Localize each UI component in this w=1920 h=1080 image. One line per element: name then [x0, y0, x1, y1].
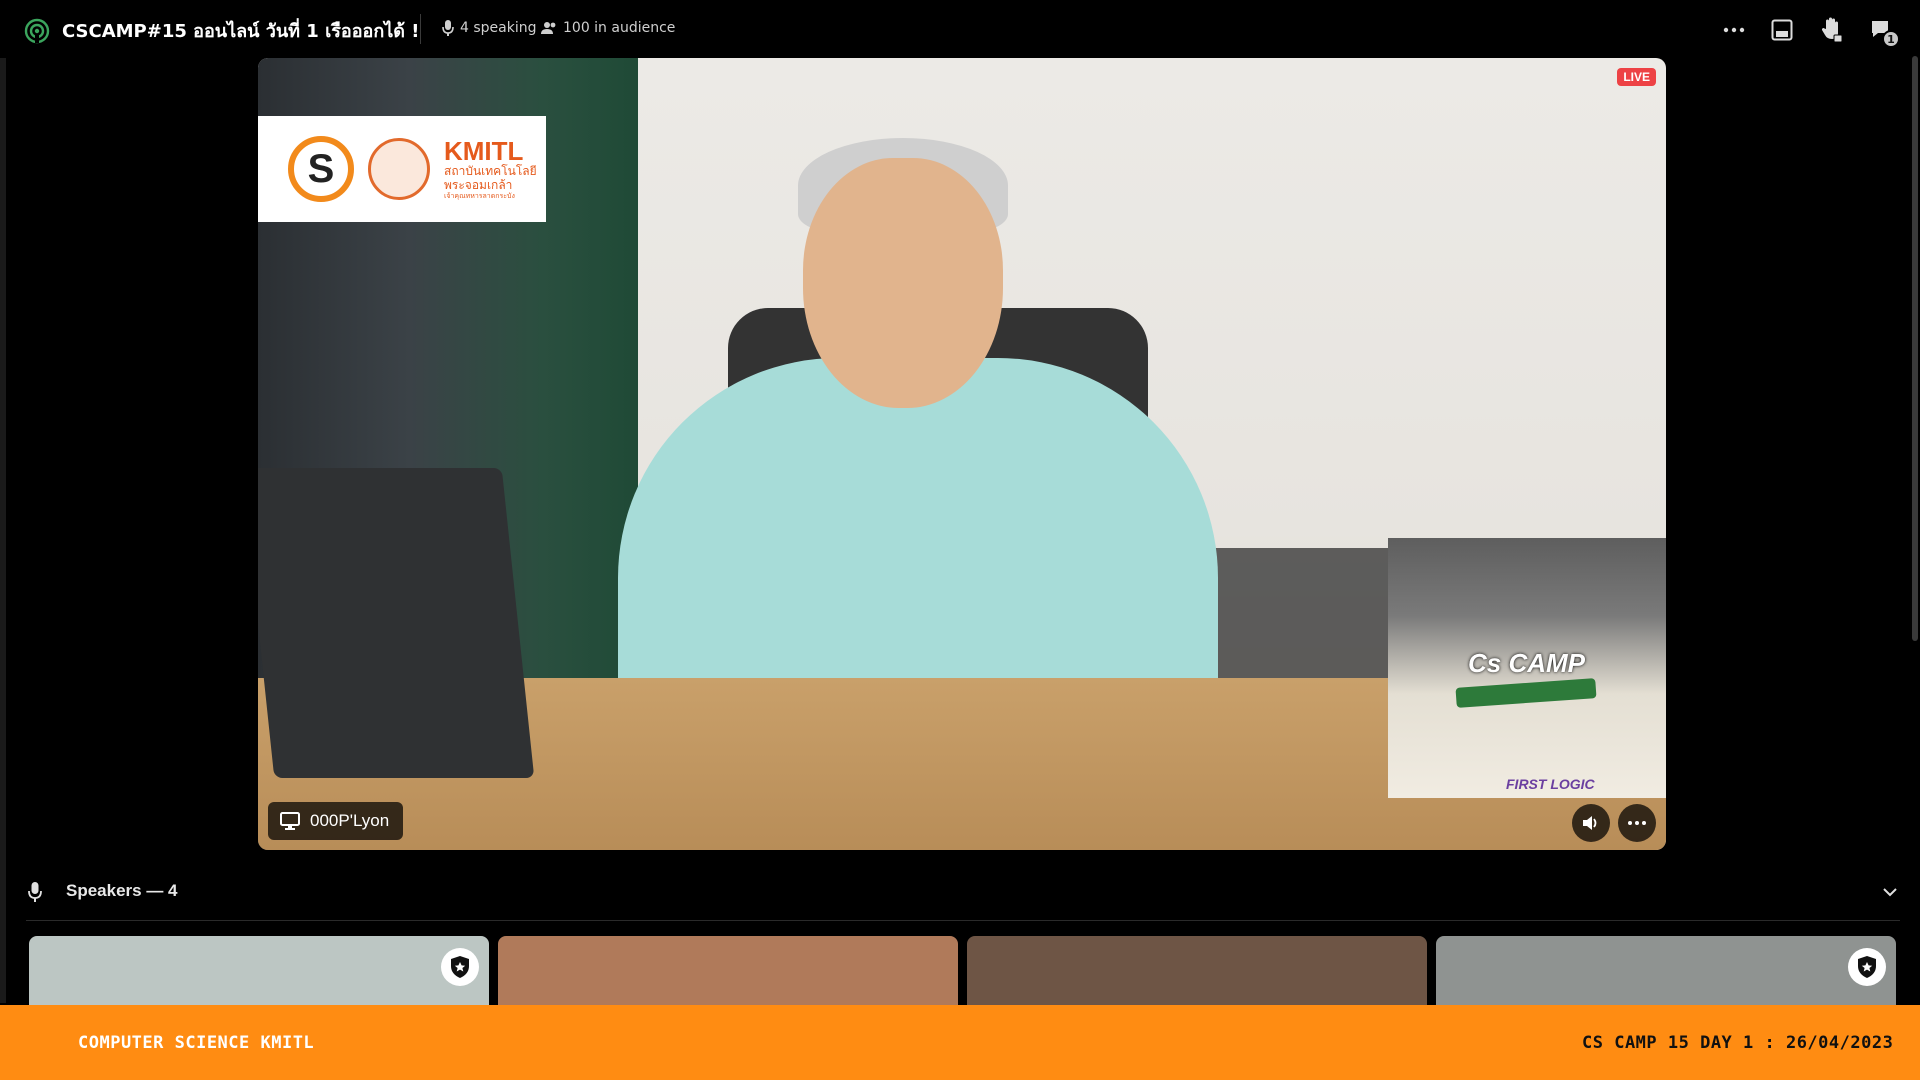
footer-ticker: COMPUTER SCIENCE KMITL CS CAMP 15 DAY 1 … — [0, 1005, 1920, 1080]
sponsor-logo-overlay: S KMITL สถาบันเทคโนโลยี พระจอมเกล้า เจ้า… — [258, 116, 546, 222]
kmitl-line1: สถาบันเทคโนโลยี — [444, 163, 537, 178]
microphone-icon — [442, 20, 454, 36]
volume-button[interactable] — [1572, 804, 1610, 842]
video-more-button[interactable] — [1618, 804, 1656, 842]
stage-header: CSCAMP#15 ออนไลน์ วันที่ 1 เรือออกได้ ! … — [0, 0, 1920, 58]
cs-camp-watermark: Cs CAMP — [1468, 648, 1586, 678]
more-options-button[interactable] — [1718, 14, 1750, 46]
kmitl-line2: พระจอมเกล้า — [444, 177, 513, 192]
more-options-icon — [1628, 821, 1646, 825]
more-options-icon — [1723, 27, 1745, 33]
streamer-name-tag: 000P'Lyon — [268, 802, 404, 840]
kmitl-seal-logo — [368, 138, 430, 200]
inbox-button[interactable]: 1 — [1866, 14, 1900, 48]
inbox-badge: 1 — [1882, 30, 1900, 48]
popout-icon — [1771, 19, 1793, 41]
raise-hand-button[interactable] — [1816, 14, 1848, 46]
speaker-tile-1[interactable] — [29, 936, 489, 1006]
chevron-down-icon — [1883, 887, 1897, 896]
streamer-name: 000P'Lyon — [310, 811, 390, 830]
screen-share-icon — [280, 812, 300, 830]
stage-title: CSCAMP#15 ออนไลน์ วันที่ 1 เรือออกได้ ! — [62, 21, 420, 42]
moderator-shield-icon — [1858, 956, 1876, 978]
speaker-tile-4[interactable] — [1436, 936, 1896, 1006]
collapse-speakers-button[interactable] — [1878, 880, 1902, 904]
popout-button[interactable] — [1766, 14, 1798, 46]
header-divider — [420, 14, 421, 44]
video-tablet — [258, 468, 535, 778]
footer-right-text: CS CAMP 15 DAY 1 : 26/04/2023 — [1582, 1033, 1894, 1053]
live-badge: LIVE — [1617, 68, 1656, 86]
moderator-shield-icon — [451, 956, 469, 978]
scrollbar-thumb[interactable] — [1912, 56, 1918, 641]
scrollbar[interactable] — [1910, 56, 1920, 646]
speakers-divider — [26, 920, 1900, 921]
speaker-tile-3[interactable] — [967, 936, 1427, 1006]
kmitl-logo-text: KMITL สถาบันเทคโนโลยี พระจอมเกล้า เจ้าคุ… — [444, 138, 537, 201]
kmitl-title: KMITL — [444, 135, 524, 166]
cs-logo: S — [288, 136, 354, 202]
people-icon — [541, 22, 556, 34]
speaking-count-text: 4 speaking — [460, 20, 537, 36]
stage-channel-icon — [24, 18, 50, 44]
kmitl-line3: เจ้าคุณทหารลาดกระบัง — [444, 192, 515, 200]
moderator-badge — [1848, 948, 1886, 986]
first-logic-watermark: FIRST LOGIC — [1506, 776, 1595, 792]
audience-count: 100 in audience — [541, 20, 675, 36]
speaking-count: 4 speaking — [442, 20, 537, 36]
video-person-head — [803, 158, 1003, 408]
volume-icon — [1583, 816, 1597, 830]
moderator-badge — [441, 948, 479, 986]
audience-count-text: 100 in audience — [563, 20, 676, 36]
left-edge — [0, 58, 6, 1003]
footer-left-text: COMPUTER SCIENCE KMITL — [78, 1033, 315, 1053]
raise-hand-icon — [1821, 17, 1843, 43]
stream-video[interactable]: S KMITL สถาบันเทคโนโลยี พระจอมเกล้า เจ้า… — [258, 58, 1666, 850]
speakers-label: Speakers — 4 — [66, 881, 178, 900]
speakers-header[interactable]: Speakers — 4 — [26, 876, 1906, 906]
speaker-tile-2[interactable] — [498, 936, 958, 1006]
microphone-icon — [28, 882, 42, 902]
